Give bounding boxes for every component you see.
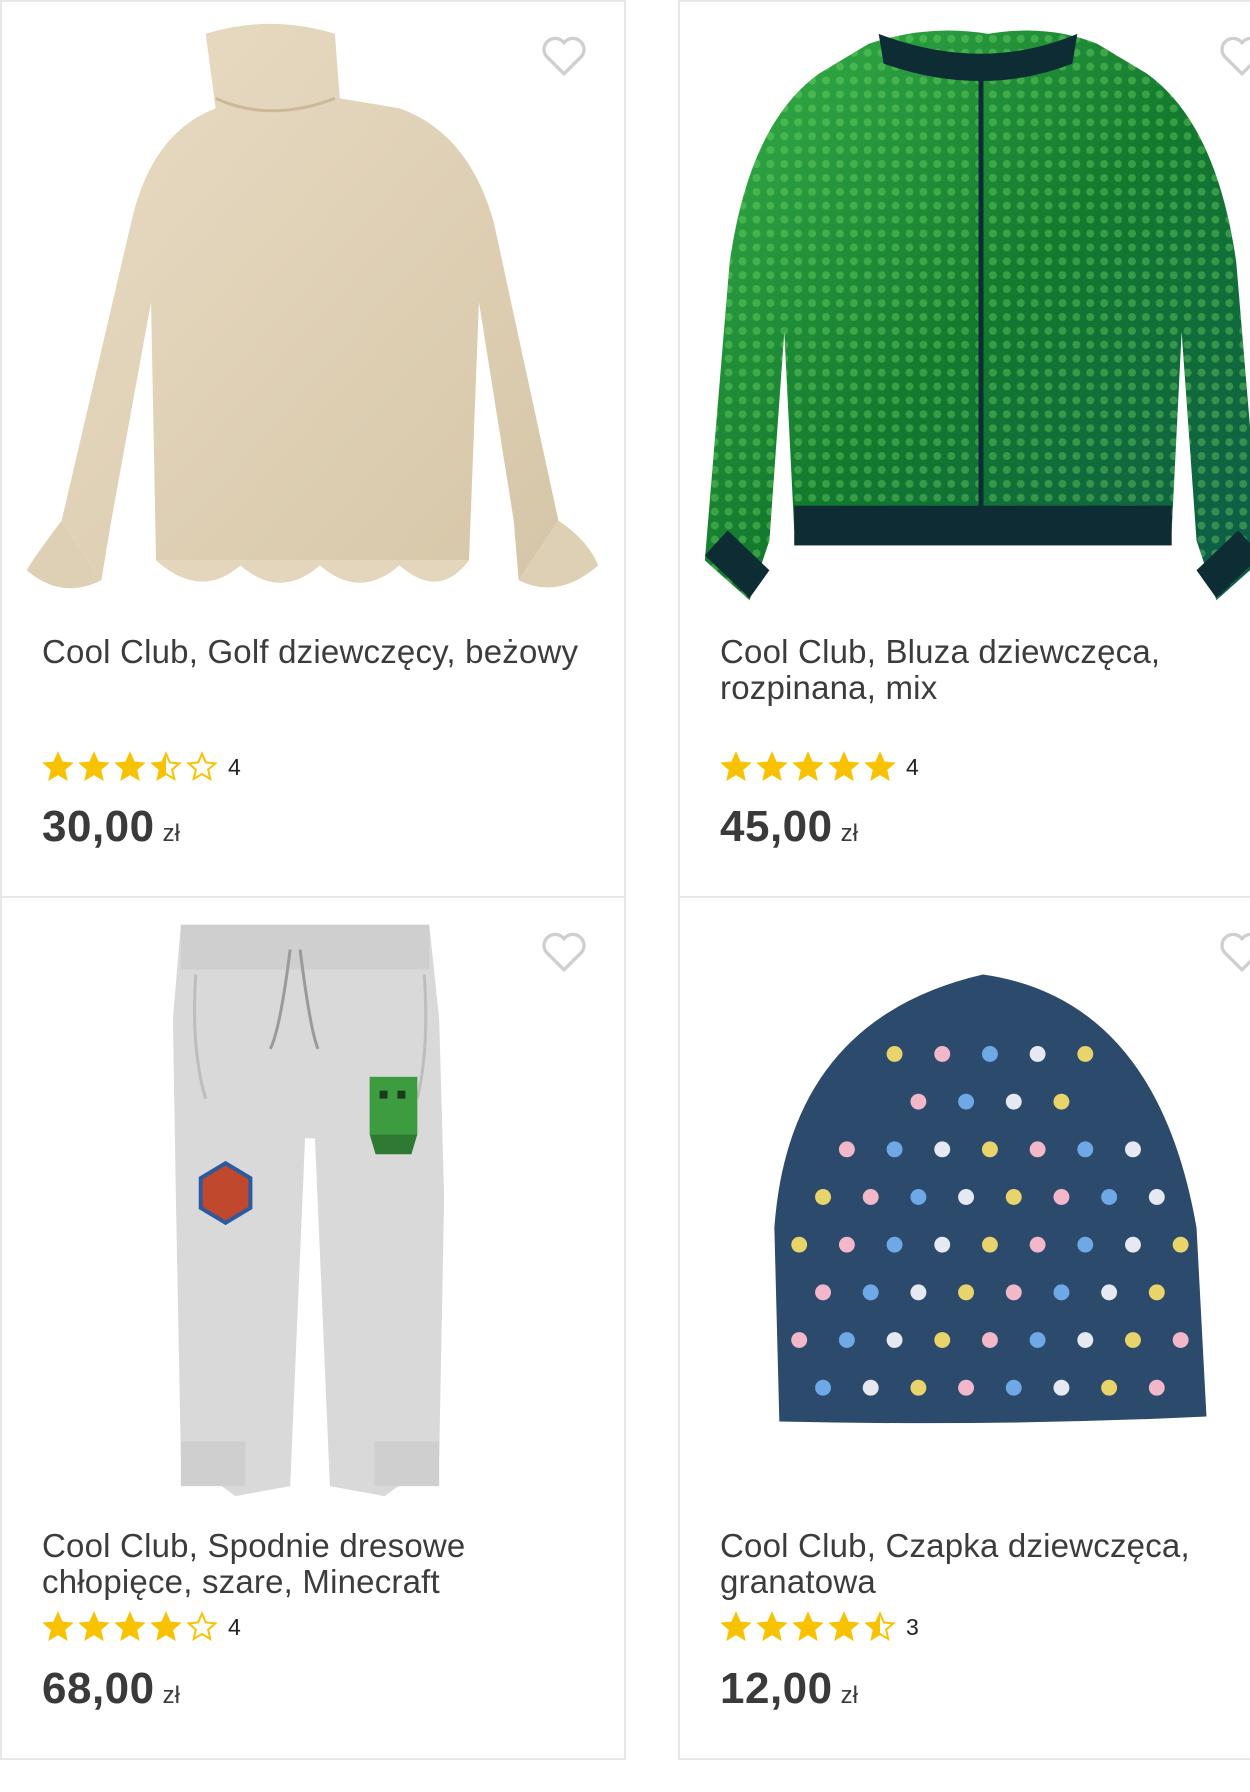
price-amount: 45,00 <box>720 802 833 851</box>
product-card[interactable]: Cool Club, Bluza dziewczęca, rozpinana, … <box>678 0 1250 898</box>
currency-label: zł <box>162 1682 180 1709</box>
product-price: 45,00 zł <box>720 802 858 852</box>
star-filled-icon <box>78 751 110 782</box>
star-filled-icon <box>756 1611 788 1642</box>
star-filled-icon <box>828 751 860 782</box>
product-price: 30,00 zł <box>42 802 180 852</box>
star-filled-icon <box>42 751 74 782</box>
star-filled-icon <box>42 1611 74 1642</box>
star-filled-icon <box>150 1611 182 1642</box>
star-filled-icon <box>114 1611 146 1642</box>
star-filled-icon <box>792 1611 824 1642</box>
product-price: 68,00 zł <box>42 1664 180 1714</box>
product-image-sweatpants[interactable] <box>2 898 624 1498</box>
product-title[interactable]: Cool Club, Spodnie dresowe chłopięce, sz… <box>42 1528 582 1600</box>
review-count: 4 <box>906 753 919 780</box>
rating: 4 <box>720 750 919 784</box>
star-filled-icon <box>864 751 896 782</box>
price-amount: 12,00 <box>720 1664 833 1713</box>
review-count: 3 <box>906 1613 919 1640</box>
price-amount: 30,00 <box>42 802 155 851</box>
heart-outline-icon[interactable] <box>538 928 590 974</box>
review-count: 4 <box>228 753 241 780</box>
star-filled-icon <box>756 751 788 782</box>
product-image-jacket[interactable] <box>680 2 1250 622</box>
currency-label: zł <box>840 1682 858 1709</box>
star-empty-icon <box>186 751 218 782</box>
star-empty-icon <box>186 1611 218 1642</box>
star-half-icon <box>864 1611 896 1642</box>
product-title[interactable]: Cool Club, Golf dziewczęcy, beżowy <box>42 634 582 670</box>
review-count: 4 <box>228 1613 241 1640</box>
product-image-sweater[interactable] <box>2 2 624 622</box>
product-title[interactable]: Cool Club, Czapka dziewczęca, granatowa <box>720 1528 1250 1600</box>
product-card[interactable]: Cool Club, Spodnie dresowe chłopięce, sz… <box>0 896 626 1760</box>
star-filled-icon <box>78 1611 110 1642</box>
star-filled-icon <box>792 751 824 782</box>
star-half-icon <box>150 751 182 782</box>
rating: 4 <box>42 1610 241 1644</box>
star-filled-icon <box>828 1611 860 1642</box>
product-card[interactable]: Cool Club, Golf dziewczęcy, beżowy 4 30,… <box>0 0 626 898</box>
product-title[interactable]: Cool Club, Bluza dziewczęca, rozpinana, … <box>720 634 1250 706</box>
rating: 4 <box>42 750 241 784</box>
currency-label: zł <box>162 820 180 847</box>
price-amount: 68,00 <box>42 1664 155 1713</box>
star-filled-icon <box>720 751 752 782</box>
star-filled-icon <box>114 751 146 782</box>
heart-outline-icon[interactable] <box>1216 928 1250 974</box>
product-image-beanie[interactable] <box>680 898 1250 1498</box>
product-price: 12,00 zł <box>720 1664 858 1714</box>
currency-label: zł <box>840 820 858 847</box>
star-filled-icon <box>720 1611 752 1642</box>
heart-outline-icon[interactable] <box>538 32 590 78</box>
heart-outline-icon[interactable] <box>1216 32 1250 78</box>
product-card[interactable]: Cool Club, Czapka dziewczęca, granatowa … <box>678 896 1250 1760</box>
rating: 3 <box>720 1610 919 1644</box>
